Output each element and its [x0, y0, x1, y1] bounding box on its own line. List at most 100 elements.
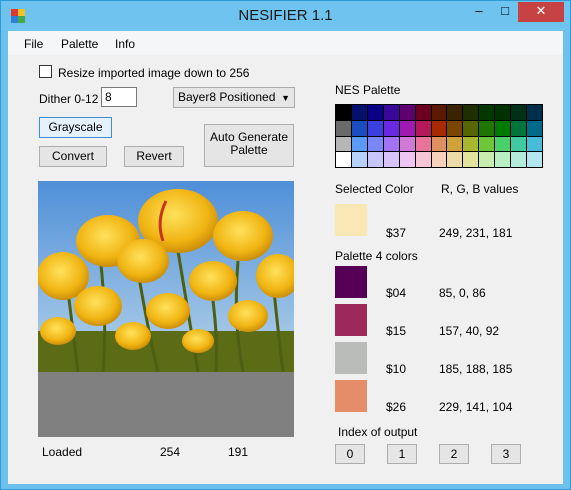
palette4-code-3: $26: [386, 400, 407, 414]
app-window: NESIFIER 1.1 – □ ✕ File Palette Info Res…: [0, 0, 571, 490]
nes-palette-cell[interactable]: [511, 105, 527, 120]
nes-palette-cell[interactable]: [495, 152, 511, 167]
selected-color-swatch: [335, 204, 367, 236]
nes-palette-cell[interactable]: [527, 120, 542, 136]
nes-palette-cell[interactable]: [351, 120, 367, 136]
nes-palette-cell[interactable]: [415, 152, 431, 167]
nes-palette-cell[interactable]: [351, 152, 367, 167]
nes-palette-cell[interactable]: [367, 105, 383, 120]
dither-mode-select[interactable]: Bayer8 Positioned ▼: [173, 87, 295, 108]
title-bar[interactable]: NESIFIER 1.1 – □ ✕: [1, 1, 570, 31]
nes-palette-cell[interactable]: [367, 136, 383, 152]
nes-palette-cell[interactable]: [383, 120, 399, 136]
nes-palette-cell[interactable]: [463, 120, 479, 136]
nes-palette-cell[interactable]: [399, 120, 415, 136]
nes-palette-cell[interactable]: [431, 120, 447, 136]
nes-palette-cell[interactable]: [511, 152, 527, 167]
status-text: Loaded: [42, 445, 83, 459]
image-width-value: 254: [160, 445, 181, 459]
nes-palette-cell[interactable]: [383, 152, 399, 167]
nes-palette-cell[interactable]: [399, 136, 415, 152]
chevron-down-icon: ▼: [281, 93, 290, 103]
minimize-icon: –: [475, 3, 483, 18]
maximize-button[interactable]: □: [492, 2, 518, 22]
nes-palette-cell[interactable]: [447, 152, 463, 167]
minimize-button[interactable]: –: [466, 2, 492, 22]
nes-palette-cell[interactable]: [527, 105, 542, 120]
nes-palette-cell[interactable]: [527, 136, 542, 152]
nes-palette-cell[interactable]: [383, 105, 399, 120]
nes-palette-cell[interactable]: [495, 136, 511, 152]
nes-palette-cell[interactable]: [479, 136, 495, 152]
palette4-swatch-2[interactable]: [335, 342, 367, 374]
nes-palette-cell[interactable]: [447, 136, 463, 152]
main-panel: File Palette Info Resize imported image …: [8, 31, 563, 484]
close-button[interactable]: ✕: [518, 2, 564, 22]
palette4-swatch-0[interactable]: [335, 266, 367, 298]
grayscale-button[interactable]: Grayscale: [39, 117, 112, 138]
nes-palette-cell[interactable]: [336, 136, 351, 152]
nes-palette-cell[interactable]: [336, 120, 351, 136]
resize-checkbox[interactable]: [39, 65, 52, 78]
dither-input[interactable]: 8: [101, 87, 137, 107]
palette4-code-1: $15: [386, 324, 407, 338]
nes-palette-cell[interactable]: [431, 136, 447, 152]
nes-palette-cell[interactable]: [495, 120, 511, 136]
index-button-3[interactable]: 3: [491, 444, 521, 464]
menu-file[interactable]: File: [24, 37, 43, 51]
nes-palette-cell[interactable]: [479, 105, 495, 120]
palette4-rgb-0: 85, 0, 86: [439, 286, 486, 300]
nes-palette-cell[interactable]: [495, 105, 511, 120]
palette4-title: Palette 4 colors: [335, 249, 418, 263]
nes-palette-cell[interactable]: [511, 120, 527, 136]
palette4-swatch-3[interactable]: [335, 380, 367, 412]
nes-palette-cell[interactable]: [415, 120, 431, 136]
menu-bar: File Palette Info: [8, 31, 563, 55]
nes-palette-cell[interactable]: [415, 105, 431, 120]
selected-color-label: Selected Color: [335, 182, 414, 196]
nes-palette-cell[interactable]: [351, 136, 367, 152]
nes-palette-cell[interactable]: [336, 105, 351, 120]
palette4-rgb-1: 157, 40, 92: [439, 324, 500, 338]
nes-palette-cell[interactable]: [463, 105, 479, 120]
index-button-0[interactable]: 0: [335, 444, 365, 464]
image-preview: [38, 181, 294, 437]
resize-label: Resize imported image down to 256: [58, 66, 250, 80]
nes-palette-cell[interactable]: [479, 120, 495, 136]
nes-palette-cell[interactable]: [367, 120, 383, 136]
auto-generate-label-line2: Palette: [230, 143, 268, 157]
nes-palette-cell[interactable]: [383, 136, 399, 152]
nes-palette-cell[interactable]: [351, 105, 367, 120]
nes-palette-cell[interactable]: [415, 136, 431, 152]
nes-palette-cell[interactable]: [463, 152, 479, 167]
nes-palette-cell[interactable]: [336, 152, 351, 167]
dither-label: Dither 0-12: [39, 92, 99, 106]
close-icon: ✕: [535, 3, 547, 18]
nes-palette-cell[interactable]: [399, 105, 415, 120]
revert-button[interactable]: Revert: [124, 146, 184, 167]
nes-palette-cell[interactable]: [447, 105, 463, 120]
convert-button[interactable]: Convert: [39, 146, 107, 167]
menu-palette[interactable]: Palette: [61, 37, 98, 51]
nes-palette-title: NES Palette: [335, 83, 401, 97]
nes-palette-cell[interactable]: [399, 152, 415, 167]
palette4-rgb-3: 229, 141, 104: [439, 400, 513, 414]
palette4-code-0: $04: [386, 286, 407, 300]
palette4-swatch-1[interactable]: [335, 304, 367, 336]
nes-palette-cell[interactable]: [527, 152, 542, 167]
nes-palette-cell[interactable]: [479, 152, 495, 167]
auto-generate-palette-button[interactable]: Auto Generate Palette: [204, 124, 294, 167]
palette4-code-2: $10: [386, 362, 407, 376]
selected-color-rgb: 249, 231, 181: [439, 226, 513, 240]
nes-palette-cell[interactable]: [511, 136, 527, 152]
nes-palette-cell[interactable]: [367, 152, 383, 167]
index-button-2[interactable]: 2: [439, 444, 469, 464]
nes-palette-cell[interactable]: [431, 152, 447, 167]
maximize-icon: □: [501, 3, 509, 18]
index-button-1[interactable]: 1: [387, 444, 417, 464]
nes-palette-cell[interactable]: [447, 120, 463, 136]
nes-palette-cell[interactable]: [431, 105, 447, 120]
nes-palette-cell[interactable]: [463, 136, 479, 152]
menu-info[interactable]: Info: [115, 37, 135, 51]
palette4-rgb-2: 185, 188, 185: [439, 362, 513, 376]
